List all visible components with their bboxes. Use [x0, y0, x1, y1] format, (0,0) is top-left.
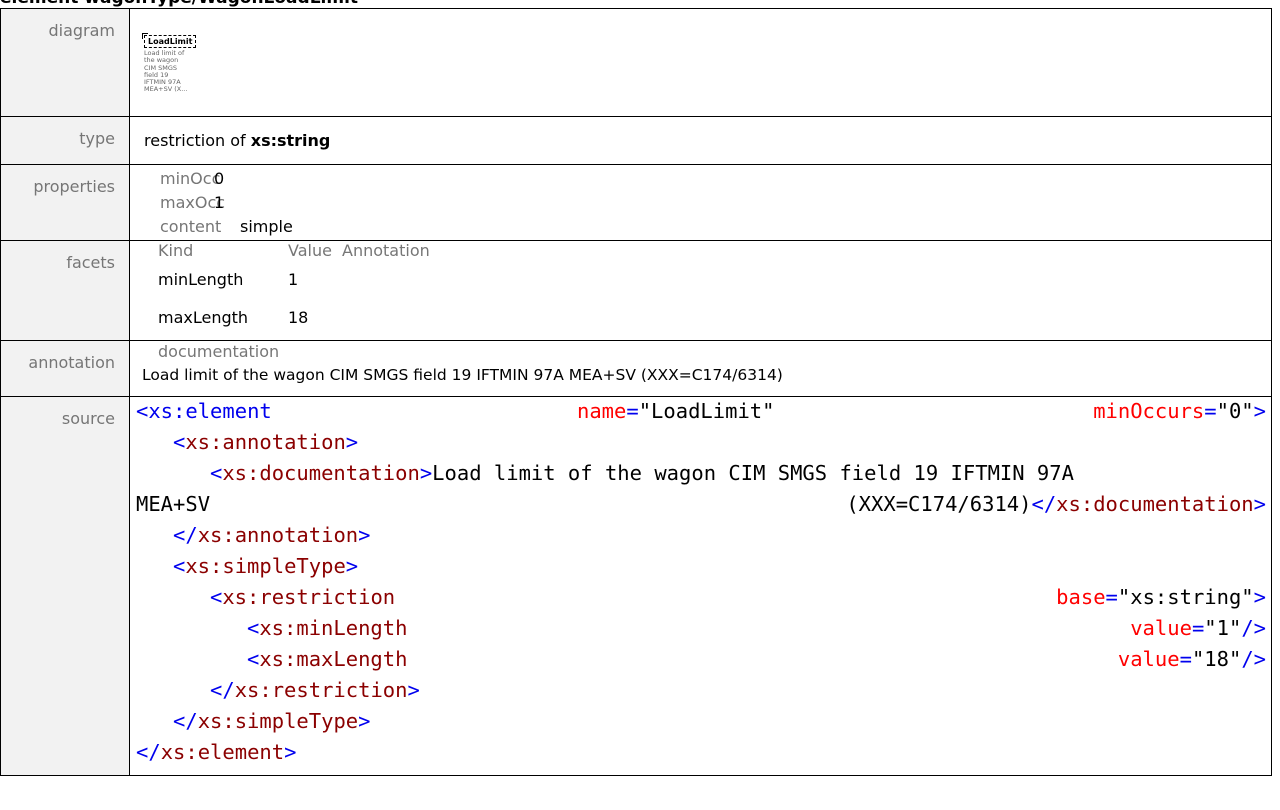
annotation-cell: documentation Load limit of the wagon CI… — [129, 340, 1272, 397]
diagram-node[interactable]: LoadLimit — [141, 33, 197, 48]
facets-cell: Kind Value Annotation minLength 1 maxLength… — [129, 240, 1272, 341]
property-row: minOcc0 — [160, 167, 1271, 191]
code-line: <xs:maxLength value="18"/> — [247, 647, 1266, 671]
code-attr: base — [1056, 585, 1106, 609]
facets-header: Kind Value Annotation — [158, 241, 1271, 261]
code-val: "xs:string" — [1117, 585, 1254, 609]
row-source: source <xs:element name="LoadLimit" minO… — [0, 396, 1272, 776]
facets-header-kind: Kind — [158, 241, 194, 260]
property-value: simple — [240, 217, 293, 236]
code-val: "18" — [1191, 647, 1242, 671]
facets-table: Kind Value Annotation minLength 1 maxLength… — [158, 241, 1271, 337]
code-tag: xs:maxLength — [259, 647, 408, 671]
property-row: content simple — [160, 215, 1271, 239]
code-line: </xs:restriction> — [210, 678, 420, 702]
code-val: "1" — [1204, 616, 1242, 640]
property-value: 1 — [214, 193, 225, 212]
diagram-cell: LoadLimit Load limit of the wagon CIM SM… — [129, 8, 1272, 117]
facet-value: 1 — [288, 270, 299, 289]
facet-row: maxLength 18 — [158, 299, 1271, 337]
label-source: source — [0, 396, 130, 776]
facet-kind: minLength — [158, 270, 244, 289]
annotation-text: Load limit of the wagon CIM SMGS field 1… — [142, 366, 783, 384]
code-line: MEA+SV (XXX=C174/6314)</xs:documentation… — [136, 492, 1266, 516]
label-annotation: annotation — [0, 340, 130, 397]
row-properties: properties minOcc0 maxOcc1 content simple — [0, 164, 1272, 241]
code-line: <xs:documentation>Load limit of the wago… — [210, 461, 1074, 485]
code-tag: xs:annotation — [197, 523, 359, 547]
properties-list: minOcc0 maxOcc1 content simple — [160, 167, 1271, 239]
facets-header-value: Value — [288, 241, 332, 260]
facet-kind: maxLength — [158, 308, 249, 327]
code-line: <xs:element name="LoadLimit" minOccurs="… — [136, 399, 1266, 423]
code-tag: xs:simpleType — [197, 709, 359, 733]
element-doc-table: diagram LoadLimit Load limit of the wago… — [0, 8, 1272, 776]
code-tag: xs:documentation — [222, 461, 420, 485]
property-value: 0 — [214, 169, 225, 188]
code-tag: xs:simpleType — [185, 554, 346, 578]
code-line: </xs:annotation> — [173, 523, 371, 547]
facet-value: 18 — [288, 308, 309, 327]
code-tag: xs:annotation — [185, 430, 346, 454]
code-line: <xs:simpleType> — [173, 554, 359, 578]
facets-header-annotation: Annotation — [342, 241, 430, 260]
code-line: <xs:minLength value="1"/> — [247, 616, 1266, 640]
code-tag: xs:restriction — [234, 678, 408, 702]
facet-row: minLength 1 — [158, 261, 1271, 299]
row-facets: facets Kind Value Annotation minLength 1 ma… — [0, 240, 1272, 341]
source-code: <xs:element name="LoadLimit" minOccurs="… — [136, 397, 1271, 775]
code-line: </xs:element> — [136, 740, 297, 764]
code-attr: minOccurs — [1093, 399, 1205, 423]
source-cell: <xs:element name="LoadLimit" minOccurs="… — [129, 396, 1272, 776]
property-key: maxOcc — [160, 193, 226, 212]
row-diagram: diagram LoadLimit Load limit of the wago… — [0, 8, 1272, 117]
label-properties: properties — [0, 164, 130, 241]
code-attr: value — [1117, 647, 1180, 671]
property-row: maxOcc1 — [160, 191, 1271, 215]
properties-cell: minOcc0 maxOcc1 content simple — [129, 164, 1272, 241]
type-prefix: restriction of — [144, 131, 251, 150]
row-annotation: annotation documentation Load limit of t… — [0, 340, 1272, 397]
code-attr: value — [1130, 616, 1192, 640]
code-val: "0" — [1216, 399, 1254, 423]
code-attr: name — [577, 399, 627, 423]
code-tag: xs:element — [148, 399, 272, 423]
code-tag: xs:restriction — [222, 585, 396, 609]
code-line: <xs:annotation> — [173, 430, 359, 454]
code-text: MEA+SV — [136, 492, 211, 516]
page-heading: element wagonType/WagonLoadLimit — [0, 0, 1280, 8]
code-tag: xs:element — [160, 740, 285, 764]
property-key: content — [160, 217, 222, 236]
type-value: restriction of xs:string — [129, 116, 1272, 165]
diagram-desc-line: MEA+SV (X... — [144, 85, 188, 94]
diagram-description: Load limit of the wagon CIM SMGS field 1… — [144, 49, 194, 94]
code-tag: xs:documentation — [1056, 492, 1254, 516]
label-type: type — [0, 116, 130, 165]
code-val: "LoadLimit" — [638, 399, 775, 423]
code-text: (XXX=C174/6314) — [846, 492, 1032, 516]
property-key: minOcc — [160, 169, 221, 188]
code-line: <xs:restriction base="xs:string"> — [210, 585, 1266, 609]
label-diagram: diagram — [0, 8, 130, 117]
code-text: Load limit of the wagon CIM SMGS field 1… — [432, 461, 1074, 485]
code-line: </xs:simpleType> — [173, 709, 371, 733]
row-type: type restriction of xs:string — [0, 116, 1272, 165]
type-base-link[interactable]: xs:string — [251, 131, 331, 150]
label-facets: facets — [0, 240, 130, 341]
annotation-key: documentation — [158, 342, 280, 361]
code-tag: xs:minLength — [259, 616, 408, 640]
